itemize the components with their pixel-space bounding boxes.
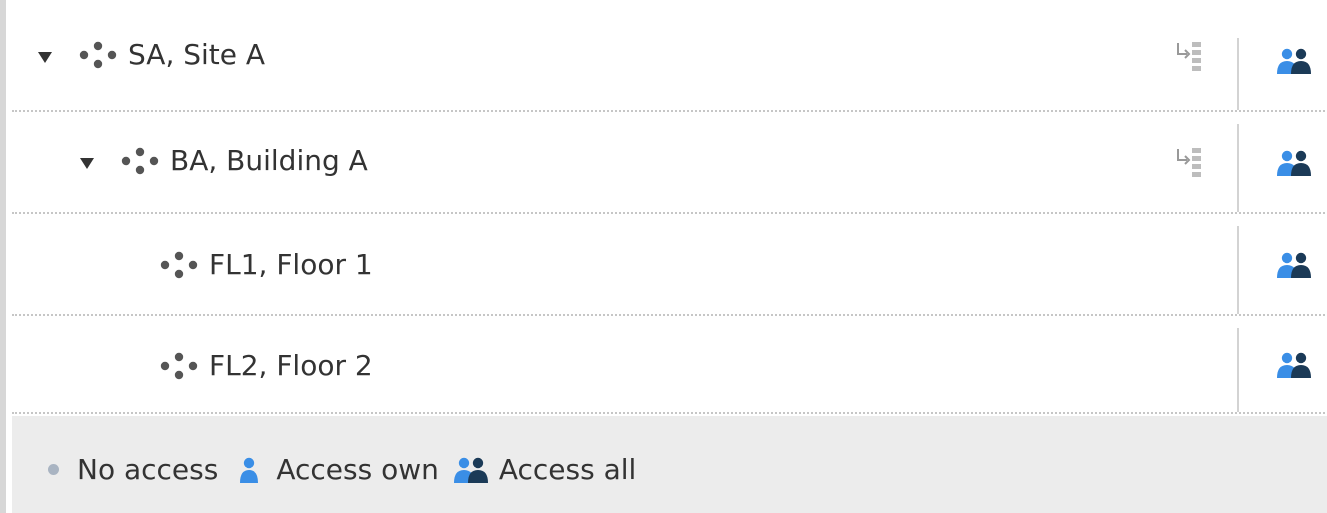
legend-access-all-label: Access all (498, 453, 637, 486)
location-node-icon (79, 41, 117, 68)
access-all-icon[interactable] (1276, 252, 1312, 278)
tree-row-label[interactable]: BA, Building A (170, 144, 368, 177)
location-node-icon (160, 251, 198, 278)
tree-node: FL1, Floor 1 (159, 248, 373, 281)
permissions-panel: SA, Site A BA, Building A FL1, Floor 1 F… (0, 0, 1327, 513)
access-all-icon[interactable] (1276, 48, 1312, 74)
column-divider (1237, 328, 1239, 412)
column-divider (1237, 226, 1239, 314)
column-divider (1237, 38, 1239, 110)
apply-to-children-icon[interactable] (1175, 146, 1205, 180)
legend-access-own-label: Access own (276, 453, 439, 486)
legend-items: No access Access own Access all (48, 453, 636, 486)
tree-node: BA, Building A (120, 144, 368, 177)
tree-row-floor-2: FL2, Floor 2 (12, 316, 1327, 412)
expand-caret-icon[interactable] (38, 52, 52, 63)
tree-row-site-a: SA, Site A (12, 0, 1327, 112)
tree-node: SA, Site A (78, 38, 265, 71)
tree-row-floor-1: FL1, Floor 1 (12, 214, 1327, 316)
tree-row-label[interactable]: SA, Site A (128, 38, 265, 71)
column-divider (1237, 124, 1239, 212)
legend-no-access-label: No access (77, 453, 219, 486)
location-node-icon (160, 352, 198, 379)
tree-row-label[interactable]: FL1, Floor 1 (209, 248, 373, 281)
tree-node: FL2, Floor 2 (159, 349, 373, 382)
access-all-icon[interactable] (1276, 150, 1312, 176)
apply-to-children-icon[interactable] (1175, 40, 1205, 74)
no-access-dot-icon (48, 464, 59, 475)
access-all-icon (453, 457, 488, 483)
tree-row-label[interactable]: FL2, Floor 2 (209, 349, 373, 382)
expand-caret-icon[interactable] (80, 158, 94, 169)
tree-row-building-a: BA, Building A (12, 112, 1327, 214)
location-tree: SA, Site A BA, Building A FL1, Floor 1 F… (12, 0, 1327, 414)
access-own-icon (240, 457, 259, 483)
access-all-icon[interactable] (1276, 352, 1312, 378)
location-node-icon (121, 147, 159, 174)
row-divider (12, 412, 1327, 414)
access-legend: No access Access own Access all (12, 416, 1327, 513)
